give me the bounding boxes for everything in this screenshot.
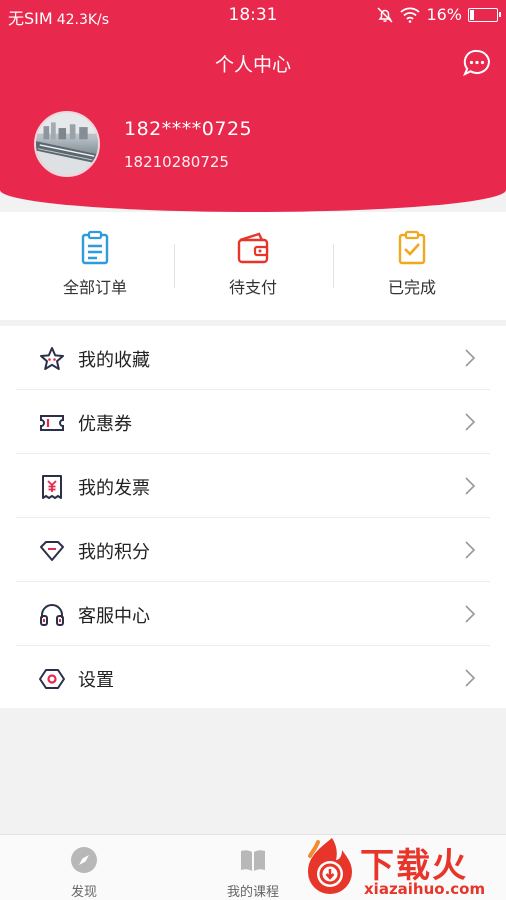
flame-logo-icon	[308, 838, 352, 894]
battery-icon	[468, 7, 501, 22]
completed-label: 已完成	[387, 278, 436, 297]
menu-label: 我的积分	[78, 542, 150, 563]
menu-item-settings[interactable]: 设置	[0, 646, 506, 710]
diamond-icon	[40, 541, 64, 561]
tab-discover[interactable]: 发现	[34, 845, 134, 900]
menu-list: 我的收藏 优惠券 我的发票 我的积分 客服中心 设置	[0, 326, 506, 708]
headphones-icon	[40, 604, 64, 626]
chevron-right-icon	[465, 541, 476, 559]
chat-bubble-icon[interactable]	[462, 48, 492, 78]
tab-label: 我的课程	[226, 885, 279, 900]
menu-label: 我的发票	[78, 478, 150, 499]
pending-payment-label: 待支付	[228, 278, 277, 297]
all-orders-label: 全部订单	[62, 278, 127, 297]
watermark-url: xiazaihuo.com	[364, 880, 486, 898]
phone-number: 18210280725	[124, 153, 229, 171]
menu-label: 设置	[78, 670, 114, 691]
menu-item-invoices[interactable]: 我的发票	[0, 454, 506, 518]
completed-button[interactable]: 已完成	[328, 230, 496, 310]
menu-label: 我的收藏	[78, 350, 150, 371]
menu-item-customer-service[interactable]: 客服中心	[0, 582, 506, 646]
pending-payment-button[interactable]: 待支付	[169, 230, 337, 310]
ticket-icon	[40, 415, 64, 431]
mute-bell-icon	[377, 6, 393, 23]
menu-label: 优惠券	[78, 414, 132, 435]
menu-item-points[interactable]: 我的积分	[0, 518, 506, 582]
compass-icon	[71, 847, 97, 873]
book-icon	[241, 850, 265, 871]
watermark-logo: 下载火 xiazaihuo.com	[298, 834, 506, 900]
settings-icon	[39, 669, 65, 689]
invoice-icon	[42, 475, 62, 499]
tab-label: 发现	[70, 885, 97, 900]
wallet-icon	[237, 232, 269, 264]
status-bar: 无SIM 42.3K/s 18:31 16%	[0, 0, 506, 30]
masked-phone: 182****0725	[124, 118, 253, 140]
wifi-icon	[400, 7, 421, 23]
page-title: 个人中心	[214, 54, 291, 76]
chevron-right-icon	[465, 605, 476, 623]
battery-percent: 16%	[426, 5, 462, 24]
menu-item-favorites[interactable]: 我的收藏	[0, 326, 506, 390]
chevron-right-icon	[465, 413, 476, 431]
status-right: 16%	[376, 5, 501, 24]
menu-label: 客服中心	[78, 606, 150, 627]
chevron-right-icon	[465, 477, 476, 495]
all-orders-button[interactable]: 全部订单	[11, 230, 179, 310]
clipboard-icon	[81, 230, 109, 265]
avatar-photo	[36, 113, 98, 175]
menu-item-coupons[interactable]: 优惠券	[0, 390, 506, 454]
star-icon	[40, 347, 64, 370]
profile-header: 无SIM 42.3K/s 18:31 16% 个人中心 182****0725 1…	[0, 0, 506, 212]
chevron-right-icon	[465, 669, 476, 687]
tab-my-courses[interactable]: 我的课程	[203, 845, 303, 900]
clipboard-check-icon	[398, 230, 426, 265]
avatar[interactable]	[34, 111, 100, 177]
order-shortcuts: 全部订单 待支付 已完成	[0, 212, 506, 320]
chevron-right-icon	[465, 349, 476, 367]
